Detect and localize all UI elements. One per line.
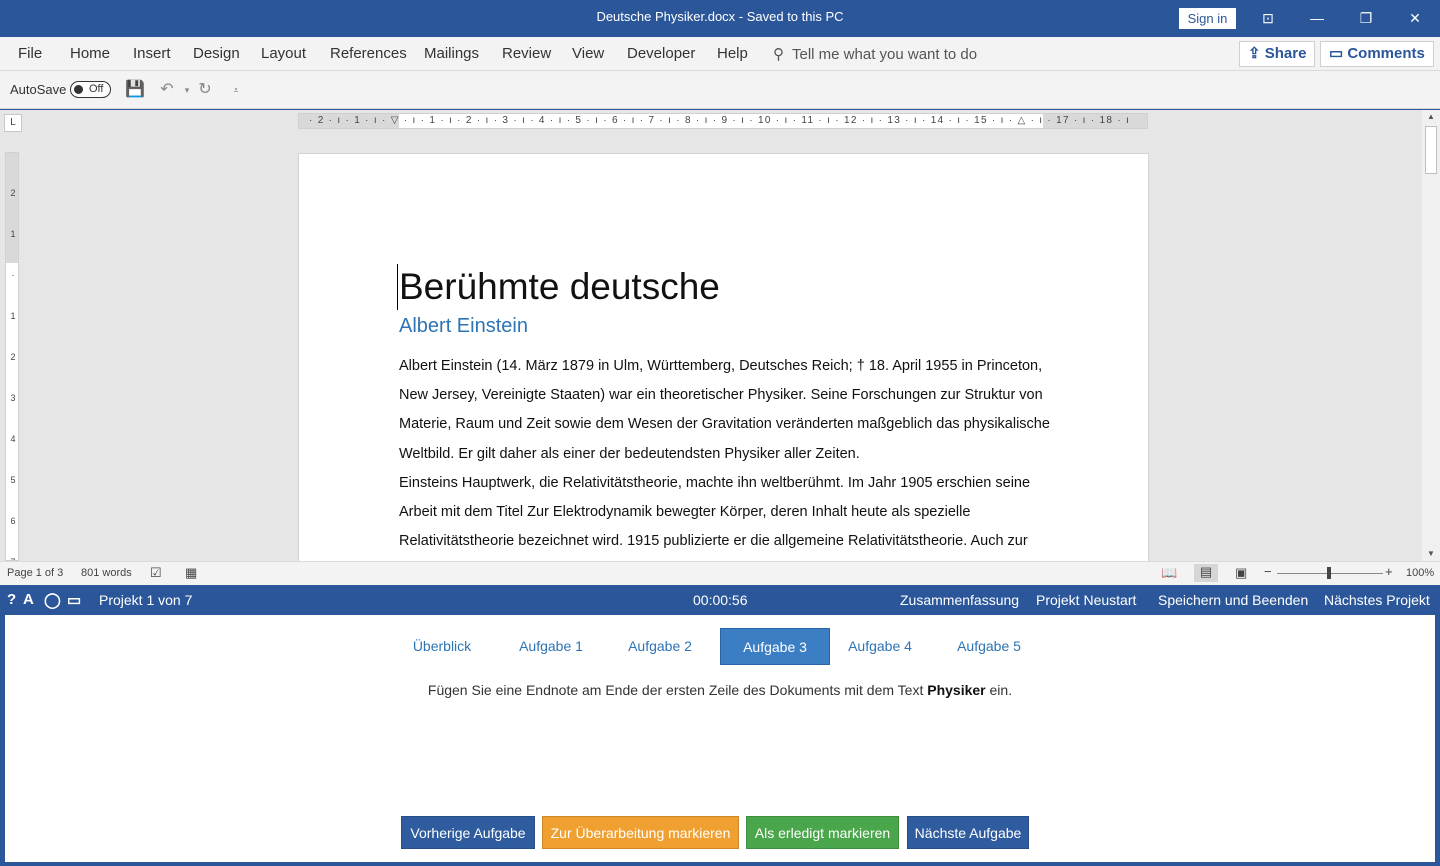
toggle-knob — [74, 85, 83, 94]
zoom-slider-thumb[interactable] — [1327, 567, 1331, 579]
project-label: Projekt 1 von 7 — [99, 592, 193, 608]
proofing-icon[interactable]: ☑ — [150, 565, 162, 581]
tab-review[interactable]: Review — [502, 45, 551, 62]
task-panel: Überblick Aufgabe 1 Aufgabe 2 Aufgabe 3 … — [5, 615, 1435, 862]
tell-me-search[interactable]: ⚲ Tell me what you want to do — [773, 45, 977, 63]
ribbon-display-options-icon[interactable]: ⊡ — [1256, 6, 1280, 30]
ruler-ticks: · 2 · ı · 1 · ı · ▽ · ı · 1 · ı · 2 · ı … — [309, 115, 1131, 126]
scroll-up-icon[interactable]: ▲ — [1422, 110, 1440, 124]
save-and-exit-link[interactable]: Speichern und Beenden — [1158, 592, 1308, 608]
close-icon[interactable]: ✕ — [1403, 6, 1427, 30]
summary-link[interactable]: Zusammenfassung — [900, 592, 1019, 608]
tab-view[interactable]: View — [572, 45, 604, 62]
minimize-icon[interactable]: — — [1305, 6, 1329, 30]
tab-selector-icon[interactable]: L — [4, 114, 22, 132]
mark-for-review-button[interactable]: Zur Überarbeitung markieren — [542, 816, 739, 849]
print-layout-icon[interactable]: ▤ — [1194, 564, 1218, 582]
document-body[interactable]: Albert Einstein (14. März 1879 in Ulm, W… — [399, 352, 1059, 556]
previous-task-button[interactable]: Vorherige Aufgabe — [401, 816, 535, 849]
search-icon: ⚲ — [773, 46, 784, 63]
tab-layout[interactable]: Layout — [261, 45, 306, 62]
tab-design[interactable]: Design — [193, 45, 240, 62]
tab-task-4[interactable]: Aufgabe 4 — [830, 628, 930, 665]
project-restart-link[interactable]: Projekt Neustart — [1036, 592, 1136, 608]
sign-in-button[interactable]: Sign in — [1179, 8, 1236, 29]
tab-task-2[interactable]: Aufgabe 2 — [610, 628, 710, 665]
horizontal-ruler[interactable]: · 2 · ı · 1 · ı · ▽ · ı · 1 · ı · 2 · ı … — [298, 113, 1148, 129]
comments-button[interactable]: ▭ Comments — [1320, 41, 1434, 67]
task-instruction: Fügen Sie eine Endnote am Ende der erste… — [5, 682, 1435, 698]
word-count[interactable]: 801 words — [81, 567, 132, 579]
vertical-ruler-ticks: 21·1234567 — [10, 188, 16, 560]
heading-1[interactable]: Albert Einstein — [399, 315, 528, 338]
comment-icon: ▭ — [1329, 45, 1348, 62]
page-count[interactable]: Page 1 of 3 — [7, 567, 63, 579]
quick-access-toolbar: AutoSave Off 💾 ↶ ▾ ↻ ⩡ — [0, 71, 1440, 109]
tab-home[interactable]: Home — [70, 45, 110, 62]
tab-task-1[interactable]: Aufgabe 1 — [501, 628, 601, 665]
zoom-in-icon[interactable]: + — [1385, 564, 1393, 579]
text-cursor — [397, 264, 398, 310]
window-icon[interactable]: ▭ — [67, 591, 81, 609]
font-size-icon[interactable]: A — [23, 591, 34, 608]
zoom-out-icon[interactable]: − — [1264, 564, 1272, 579]
toggle-state: Off — [89, 83, 104, 95]
paragraph[interactable]: Einsteins Hauptwerk, die Relativitätsthe… — [399, 469, 1059, 557]
redo-icon[interactable]: ↻ — [195, 80, 215, 100]
save-icon[interactable]: 💾 — [125, 80, 145, 100]
read-mode-icon[interactable]: 📖 — [1161, 565, 1177, 581]
ribbon-tabs: File Home Insert Design Layout Reference… — [0, 37, 1440, 71]
tab-insert[interactable]: Insert — [133, 45, 171, 62]
tab-file[interactable]: File — [18, 45, 42, 62]
help-icon[interactable]: ? — [7, 591, 16, 608]
tab-mailings[interactable]: Mailings — [424, 45, 479, 62]
share-icon: ⇪ — [1248, 45, 1265, 62]
tab-task-5[interactable]: Aufgabe 5 — [939, 628, 1039, 665]
document-title[interactable]: Berühmte deutsche — [399, 266, 720, 308]
share-button[interactable]: ⇪ Share — [1239, 41, 1316, 67]
next-task-button[interactable]: Nächste Aufgabe — [907, 816, 1029, 849]
comment-bubble-icon[interactable]: ◯ — [44, 591, 61, 609]
next-project-link[interactable]: Nächstes Projekt — [1324, 592, 1430, 608]
document-area: L · 2 · ı · 1 · ı · ▽ · ı · 1 · ı · 2 · … — [0, 110, 1440, 561]
status-bar: Page 1 of 3 801 words ☑ ▦ 📖 ▤ ▣ − + 100% — [0, 561, 1440, 585]
instruction-text: Fügen Sie eine Endnote am Ende der erste… — [427, 682, 928, 698]
customize-qat-icon[interactable]: ⩡ — [226, 80, 246, 100]
vertical-ruler[interactable]: 21·1234567 — [5, 152, 19, 561]
comments-label: Comments — [1347, 45, 1425, 62]
vertical-scrollbar[interactable]: ▲ ▼ — [1422, 110, 1440, 561]
timer: 00:00:56 — [693, 592, 748, 608]
scroll-down-icon[interactable]: ▼ — [1422, 547, 1440, 561]
scroll-thumb[interactable] — [1425, 126, 1437, 174]
tab-developer[interactable]: Developer — [627, 45, 695, 62]
tab-overview[interactable]: Überblick — [392, 628, 492, 665]
tell-me-text: Tell me what you want to do — [792, 46, 978, 63]
tab-help[interactable]: Help — [717, 45, 748, 62]
instruction-keyword: Physiker — [927, 682, 986, 698]
undo-icon[interactable]: ↶ — [157, 80, 177, 100]
mark-complete-button[interactable]: Als erledigt markieren — [746, 816, 899, 849]
web-layout-icon[interactable]: ▣ — [1235, 565, 1247, 581]
autosave-label: AutoSave — [10, 82, 67, 97]
document-page[interactable]: Berühmte deutsche Albert Einstein Albert… — [299, 154, 1148, 561]
autosave-toggle[interactable]: Off — [70, 81, 111, 98]
paragraph[interactable]: Albert Einstein (14. März 1879 in Ulm, W… — [399, 352, 1059, 469]
undo-dropdown-icon[interactable]: ▾ — [177, 80, 197, 100]
tab-task-3[interactable]: Aufgabe 3 — [720, 628, 830, 665]
instruction-tail: ein. — [985, 682, 1013, 698]
title-bar: Deutsche Physiker.docx - Saved to this P… — [0, 0, 1440, 37]
restore-icon[interactable]: ❐ — [1354, 6, 1378, 30]
share-label: Share — [1264, 45, 1307, 62]
macro-icon[interactable]: ▦ — [185, 565, 197, 581]
tab-references[interactable]: References — [330, 45, 407, 62]
project-bar: ? A ◯ ▭ Projekt 1 von 7 00:00:56 Zusamme… — [0, 585, 1440, 615]
zoom-level[interactable]: 100% — [1406, 567, 1434, 579]
